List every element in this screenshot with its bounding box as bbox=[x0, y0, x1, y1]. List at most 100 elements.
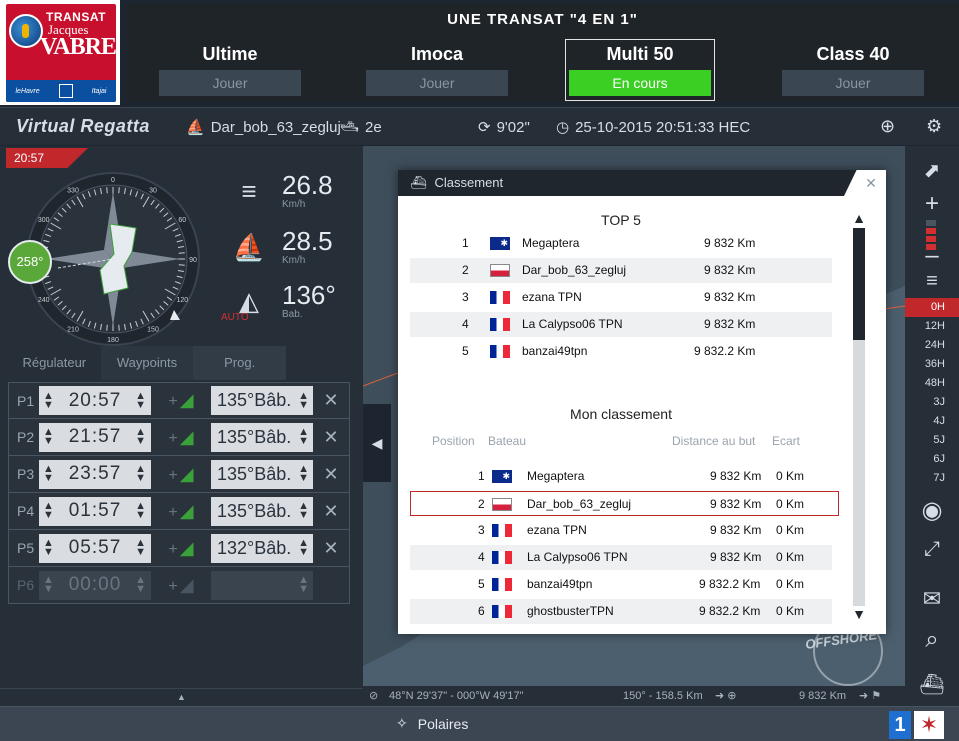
forecast-48h[interactable]: 48H bbox=[905, 374, 959, 393]
boat-name[interactable]: ⛵ Dar_bob_63_zegluj bbox=[186, 118, 341, 137]
players-icon[interactable]: ◉ bbox=[905, 496, 959, 525]
sail-toggle[interactable]: + ◢ bbox=[151, 501, 211, 522]
scroll-down-icon[interactable]: ▼ bbox=[848, 606, 870, 622]
close-icon[interactable]: ✕ bbox=[313, 464, 349, 485]
gear-icon[interactable]: ⚙ bbox=[926, 116, 942, 137]
fullscreen-icon[interactable]: ⤢ bbox=[905, 538, 959, 561]
star-icon[interactable]: ✶ bbox=[914, 711, 944, 739]
tab-regulateur[interactable]: Régulateur bbox=[8, 346, 101, 380]
zoom-out-icon[interactable]: – bbox=[905, 242, 959, 270]
forecast-4j[interactable]: 4J bbox=[905, 412, 959, 431]
scroll-thumb[interactable] bbox=[853, 228, 865, 340]
waypoint-heading-stepper[interactable]: 132°Bâb. ▲ ▼ bbox=[211, 533, 313, 563]
waypoint-time: 20:57 bbox=[68, 389, 122, 411]
stepper-arrows-icon[interactable]: ▲ ▼ bbox=[298, 538, 309, 558]
distance-cell: 9 832 Km bbox=[704, 263, 756, 277]
rank-position: 2 bbox=[462, 263, 469, 277]
play-class40-button[interactable]: Jouer bbox=[782, 70, 924, 96]
forecast-24h[interactable]: 24H bbox=[905, 336, 959, 355]
rank-badge[interactable]: 1 bbox=[889, 711, 911, 739]
tab-prog[interactable]: Prog. bbox=[193, 346, 287, 380]
stepper-arrows-icon[interactable]: ▲ ▼ bbox=[43, 390, 55, 410]
distance-cell: 9 832.2 Km bbox=[699, 604, 761, 618]
ranking-scrollbar[interactable]: ▲ ▼ bbox=[848, 210, 870, 622]
chevron-left-icon[interactable]: ◀ bbox=[363, 404, 391, 482]
waypoint-heading-stepper[interactable]: 135°Bâb. ▲ ▼ bbox=[211, 496, 313, 526]
stepper-arrows-icon[interactable]: ▲ ▼ bbox=[135, 575, 147, 595]
forecast-3j[interactable]: 3J bbox=[905, 393, 959, 412]
polaires-button[interactable]: ✧ Polaires bbox=[396, 715, 468, 732]
close-icon[interactable]: ✕ bbox=[313, 390, 349, 411]
stepper-arrows-icon[interactable]: ▲ ▼ bbox=[298, 427, 309, 447]
stepper-arrows-icon[interactable]: ▲ ▼ bbox=[43, 501, 55, 521]
waypoint-heading-stepper[interactable]: ▲ ▼ bbox=[211, 570, 313, 600]
sail-toggle[interactable]: + ◢ bbox=[151, 575, 211, 596]
waypoint-time-stepper[interactable]: ▲ ▼ 01:57 ▲ ▼ bbox=[39, 496, 151, 526]
play-imoca-button[interactable]: Jouer bbox=[366, 70, 508, 96]
close-icon[interactable]: ✕ bbox=[313, 427, 349, 448]
stepper-arrows-icon[interactable]: ▲ ▼ bbox=[135, 538, 147, 558]
close-icon[interactable]: ✕ bbox=[313, 538, 349, 559]
waypoint-time-stepper[interactable]: ▲ ▼ 23:57 ▲ ▼ bbox=[39, 459, 151, 489]
table-row[interactable]: 1 Megaptera 9 832 Km bbox=[410, 231, 832, 256]
tab-waypoints[interactable]: Waypoints bbox=[100, 346, 194, 380]
mail-icon[interactable]: ✉ bbox=[905, 586, 959, 612]
stepper-arrows-icon[interactable]: ▲ ▼ bbox=[135, 501, 147, 521]
search-icon[interactable]: ⌕ bbox=[905, 626, 959, 654]
stepper-arrows-icon[interactable]: ▲ ▼ bbox=[43, 538, 55, 558]
table-row[interactable]: 4 La Calypso06 TPN 9 832 Km 0 Km bbox=[410, 545, 832, 570]
stepper-arrows-icon[interactable]: ▲ ▼ bbox=[135, 390, 147, 410]
waypoint-heading-stepper[interactable]: 135°Bâb. ▲ ▼ bbox=[211, 459, 313, 489]
heading-marker[interactable]: 258° bbox=[8, 240, 52, 284]
table-row[interactable]: 3 ezana TPN 9 832 Km bbox=[410, 285, 832, 310]
sail-toggle[interactable]: + ◢ bbox=[151, 538, 211, 559]
waypoint-time-stepper[interactable]: ▲ ▼ 20:57 ▲ ▼ bbox=[39, 386, 151, 415]
stepper-arrows-icon[interactable]: ▲ ▼ bbox=[298, 501, 309, 521]
sail-toggle[interactable]: + ◢ bbox=[151, 427, 211, 448]
close-icon[interactable]: ✕ bbox=[313, 501, 349, 522]
plus-icon: + bbox=[168, 503, 178, 521]
table-row[interactable]: 2 Dar_bob_63_zegluj 9 832 Km bbox=[410, 258, 832, 283]
stepper-arrows-icon[interactable]: ▲ ▼ bbox=[298, 464, 309, 484]
zoom-in-icon[interactable]: + bbox=[905, 190, 959, 218]
lifebuoy-icon[interactable]: ⊕ bbox=[880, 116, 895, 137]
boat-ranking-icon[interactable]: ⛴ bbox=[905, 672, 959, 697]
stepper-arrows-icon[interactable]: ▲ ▼ bbox=[135, 464, 147, 484]
compass-label: 0 bbox=[111, 177, 115, 184]
waypoint-time-stepper[interactable]: ▲ ▼ 00:00 ▲ ▼ bbox=[39, 570, 151, 600]
play-ultime-button[interactable]: Jouer bbox=[159, 70, 301, 96]
forecast-7j[interactable]: 7J bbox=[905, 469, 959, 488]
table-row[interactable]: 5 banzai49tpn 9 832.2 Km bbox=[410, 339, 832, 364]
scroll-up-icon[interactable]: ▲ bbox=[848, 210, 870, 226]
table-row[interactable]: 1 Megaptera 9 832 Km 0 Km bbox=[410, 464, 832, 489]
table-row[interactable]: 6 ghostbusterTPN 9 832.2 Km 0 Km bbox=[410, 599, 832, 624]
in-progress-multi50-button[interactable]: En cours bbox=[569, 70, 711, 96]
waypoint-heading-stepper[interactable]: 135°Bâb. ▲ ▼ bbox=[211, 422, 313, 452]
forecast-5j[interactable]: 5J bbox=[905, 431, 959, 450]
stepper-arrows-icon[interactable]: ▲ ▼ bbox=[135, 427, 147, 447]
forecast-6j[interactable]: 6J bbox=[905, 450, 959, 469]
stepper-arrows-icon[interactable]: ▲ ▼ bbox=[43, 464, 55, 484]
sail-toggle[interactable]: + ◢ bbox=[151, 464, 211, 485]
sail-toggle[interactable]: + ◢ bbox=[151, 390, 211, 411]
table-row-selected[interactable]: 2 Dar_bob_63_zegluj 9 832 Km 0 Km bbox=[410, 491, 839, 516]
panel-collapse-button[interactable]: ▲ bbox=[0, 688, 363, 704]
forecast-36h[interactable]: 36H bbox=[905, 355, 959, 374]
waypoint-time-stepper[interactable]: ▲ ▼ 05:57 ▲ ▼ bbox=[39, 533, 151, 563]
forecast-0h[interactable]: 0H bbox=[905, 298, 959, 317]
ranking-list[interactable]: TOP 5 1 Megaptera 9 832 Km 2 Dar_bob_63_… bbox=[398, 196, 844, 634]
waypoint-time-stepper[interactable]: ▲ ▼ 21:57 ▲ ▼ bbox=[39, 422, 151, 452]
table-row[interactable]: 3 ezana TPN 9 832 Km 0 Km bbox=[410, 518, 832, 543]
stepper-arrows-icon[interactable]: ▲ ▼ bbox=[298, 390, 309, 410]
refresh-timer[interactable]: ⟳ 9'02" bbox=[478, 118, 530, 137]
wind-layer-icon[interactable]: ≡ bbox=[905, 270, 959, 293]
forecast-12h[interactable]: 12H bbox=[905, 317, 959, 336]
stepper-arrows-icon[interactable]: ▲ ▼ bbox=[43, 575, 55, 595]
table-row[interactable]: 4 La Calypso06 TPN 9 832 Km bbox=[410, 312, 832, 337]
table-row[interactable]: 5 banzai49tpn 9 832.2 Km 0 Km bbox=[410, 572, 832, 597]
export-icon[interactable]: ⬈ bbox=[905, 158, 959, 183]
stepper-arrows-icon[interactable]: ▲ ▼ bbox=[43, 427, 55, 447]
boat-rank[interactable]: 🛥 2e bbox=[340, 118, 382, 137]
stepper-arrows-icon[interactable]: ▲ ▼ bbox=[298, 575, 309, 595]
waypoint-heading-stepper[interactable]: 135°Bâb. ▲ ▼ bbox=[211, 386, 313, 415]
